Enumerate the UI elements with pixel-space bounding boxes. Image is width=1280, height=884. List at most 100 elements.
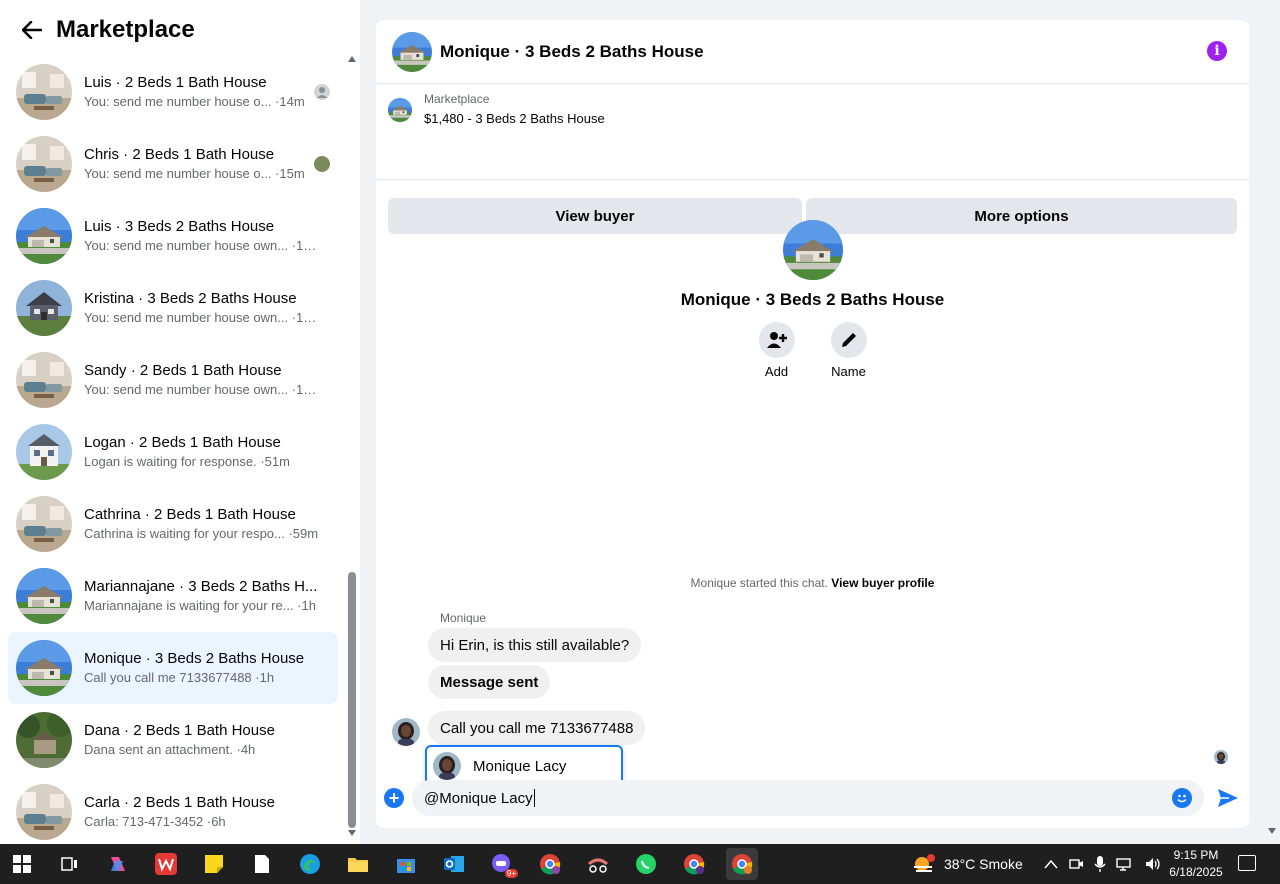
listing-detail[interactable]: $1,480 - 3 Beds 2 Baths House — [424, 111, 605, 126]
conversation-avatar — [16, 352, 72, 408]
clock[interactable]: 9:15 PM 6/18/2025 — [1160, 847, 1232, 881]
conversation-item[interactable]: Mariannajane · 3 Beds 2 Baths H... Maria… — [8, 560, 338, 632]
message-input[interactable]: @Monique Lacy — [412, 780, 1204, 816]
conversation-item[interactable]: Carla · 2 Beds 1 Bath House Carla: 713-4… — [8, 776, 338, 848]
snipping-tool-icon[interactable] — [582, 848, 614, 880]
meet-now-icon[interactable] — [1068, 856, 1084, 872]
file-explorer-icon[interactable] — [342, 848, 374, 880]
add-button[interactable]: Add — [758, 322, 795, 379]
conversation-preview: Logan is waiting for response. ·51m — [84, 454, 290, 469]
conversation-item[interactable]: Luis · 2 Beds 1 Bath House You: send me … — [8, 56, 338, 128]
message-bubble[interactable]: Hi Erin, is this still available? — [428, 628, 642, 662]
microsoft-store-icon[interactable] — [390, 848, 422, 880]
conversation-avatar — [16, 784, 72, 840]
add-person-icon — [758, 322, 795, 358]
conversation-avatar — [16, 280, 72, 336]
microphone-icon[interactable] — [1094, 855, 1106, 873]
scroll-thumb[interactable] — [348, 572, 356, 828]
message-bubble[interactable]: Call you call me 7133677488 — [428, 711, 646, 745]
whatsapp-icon[interactable] — [630, 848, 662, 880]
scroll-down-arrow-icon[interactable] — [348, 830, 356, 836]
conversation-avatar — [16, 64, 72, 120]
name-button[interactable]: Name — [830, 322, 867, 379]
seen-avatar-icon — [314, 156, 330, 172]
buyer-name: Monique · 3 Beds 2 Baths House — [680, 290, 945, 309]
conversation-avatar — [16, 568, 72, 624]
chat-header: Monique · 3 Beds 2 Baths House i — [376, 20, 1249, 84]
conversation-title: Logan · 2 Beds 1 Bath House — [84, 434, 281, 451]
conversation-title: Luis · 2 Beds 1 Bath House — [84, 74, 267, 91]
conversation-list: Luis · 2 Beds 1 Bath House You: send me … — [8, 56, 338, 848]
conversation-title: Dana · 2 Beds 1 Bath House — [84, 722, 275, 739]
read-receipt-avatar — [1214, 750, 1228, 764]
conversation-item[interactable]: Chris · 2 Beds 1 Bath House You: send me… — [8, 128, 338, 200]
windows-start-icon[interactable] — [6, 848, 38, 880]
chat-panel: Monique · 3 Beds 2 Baths House i Marketp… — [376, 20, 1249, 828]
game-app-icon[interactable]: 9+ — [486, 848, 518, 880]
seen-person-icon — [314, 84, 330, 100]
chrome-active-icon[interactable] — [726, 848, 758, 880]
back-arrow-icon[interactable] — [20, 18, 44, 42]
conversation-item[interactable]: Logan · 2 Beds 1 Bath House Logan is wai… — [8, 416, 338, 488]
weather-widget[interactable]: 38°C Smoke — [912, 844, 1023, 884]
view-buyer-profile-link[interactable]: View buyer profile — [831, 576, 934, 590]
sidebar-title: Marketplace — [56, 16, 195, 43]
notification-icon[interactable] — [1238, 855, 1256, 871]
conversation-avatar — [16, 136, 72, 192]
conversation-avatar — [16, 712, 72, 768]
message-bubble[interactable]: Message sent — [428, 665, 551, 699]
listing-thumbnail[interactable] — [388, 98, 412, 122]
scroll-up-arrow-icon[interactable] — [348, 56, 356, 62]
chat-title[interactable]: Monique · 3 Beds 2 Baths House — [440, 42, 704, 62]
page-scroll-down-icon[interactable] — [1268, 828, 1276, 834]
conversation-preview: Call you call me 7133677488 ·1h — [84, 670, 275, 685]
wps-office-icon[interactable] — [150, 848, 182, 880]
add-label: Add — [764, 364, 789, 379]
conversation-preview: You: send me number house o... ·14m — [84, 94, 305, 109]
chrome-profile-icon[interactable] — [534, 848, 566, 880]
conversation-item[interactable]: Dana · 2 Beds 1 Bath House Dana sent an … — [8, 704, 338, 776]
clock-time: 9:15 PM — [1173, 848, 1219, 862]
send-icon[interactable] — [1216, 786, 1240, 810]
mail-badge: 9+ — [504, 869, 518, 878]
sticky-notes-icon[interactable] — [198, 848, 230, 880]
edge-browser-icon[interactable] — [294, 848, 326, 880]
sidebar-header: Marketplace — [0, 0, 360, 60]
conversation-sidebar: Marketplace Luis · 2 Beds 1 Bath House Y… — [0, 0, 360, 844]
sidebar-scrollbar[interactable] — [346, 50, 358, 844]
info-icon[interactable]: i — [1207, 41, 1227, 61]
chevron-up-icon[interactable] — [1044, 859, 1058, 869]
message-input-value: @Monique Lacy — [424, 789, 533, 807]
conversation-item[interactable]: Cathrina · 2 Beds 1 Bath House Cathrina … — [8, 488, 338, 560]
mention-avatar — [433, 752, 461, 780]
chat-started-notice: Monique started this chat. View buyer pr… — [376, 576, 1249, 590]
clock-date: 6/18/2025 — [1169, 865, 1223, 879]
conversation-preview: Carla: 713-471-3452 ·6h — [84, 814, 226, 829]
conversation-title: Monique · 3 Beds 2 Baths House — [84, 650, 305, 667]
conversation-title: Chris · 2 Beds 1 Bath House — [84, 146, 275, 163]
sender-name: Monique — [440, 611, 487, 625]
conversation-avatar — [16, 208, 72, 264]
started-text: Monique started this chat. — [690, 576, 828, 590]
outlook-icon[interactable] — [438, 848, 470, 880]
system-tray — [1044, 844, 1162, 884]
conversation-item[interactable]: Sandy · 2 Beds 1 Bath House You: send me… — [8, 344, 338, 416]
network-icon[interactable] — [1116, 856, 1134, 872]
name-label: Name — [831, 364, 866, 379]
chrome-icon[interactable] — [678, 848, 710, 880]
conversation-item[interactable]: Luis · 3 Beds 2 Baths House You: send me… — [8, 200, 338, 272]
conversation-preview: You: send me number house o... ·15m — [84, 166, 305, 181]
task-view-icon[interactable] — [54, 848, 86, 880]
file-icon[interactable] — [246, 848, 278, 880]
conversation-avatar — [16, 424, 72, 480]
buyer-profile-card: Monique · 3 Beds 2 Baths House Add Name — [376, 220, 1249, 379]
sender-avatar — [392, 718, 420, 746]
weather-sun-icon — [914, 854, 935, 872]
plus-icon[interactable]: + — [384, 788, 404, 808]
conversation-item[interactable]: Kristina · 3 Beds 2 Baths House You: sen… — [8, 272, 338, 344]
copilot-icon[interactable] — [102, 848, 134, 880]
chat-header-avatar[interactable] — [392, 32, 432, 72]
listing-source: Marketplace — [424, 92, 490, 106]
conversation-item-active[interactable]: Monique · 3 Beds 2 Baths House Call you … — [8, 632, 338, 704]
emoji-icon[interactable] — [1172, 788, 1192, 808]
